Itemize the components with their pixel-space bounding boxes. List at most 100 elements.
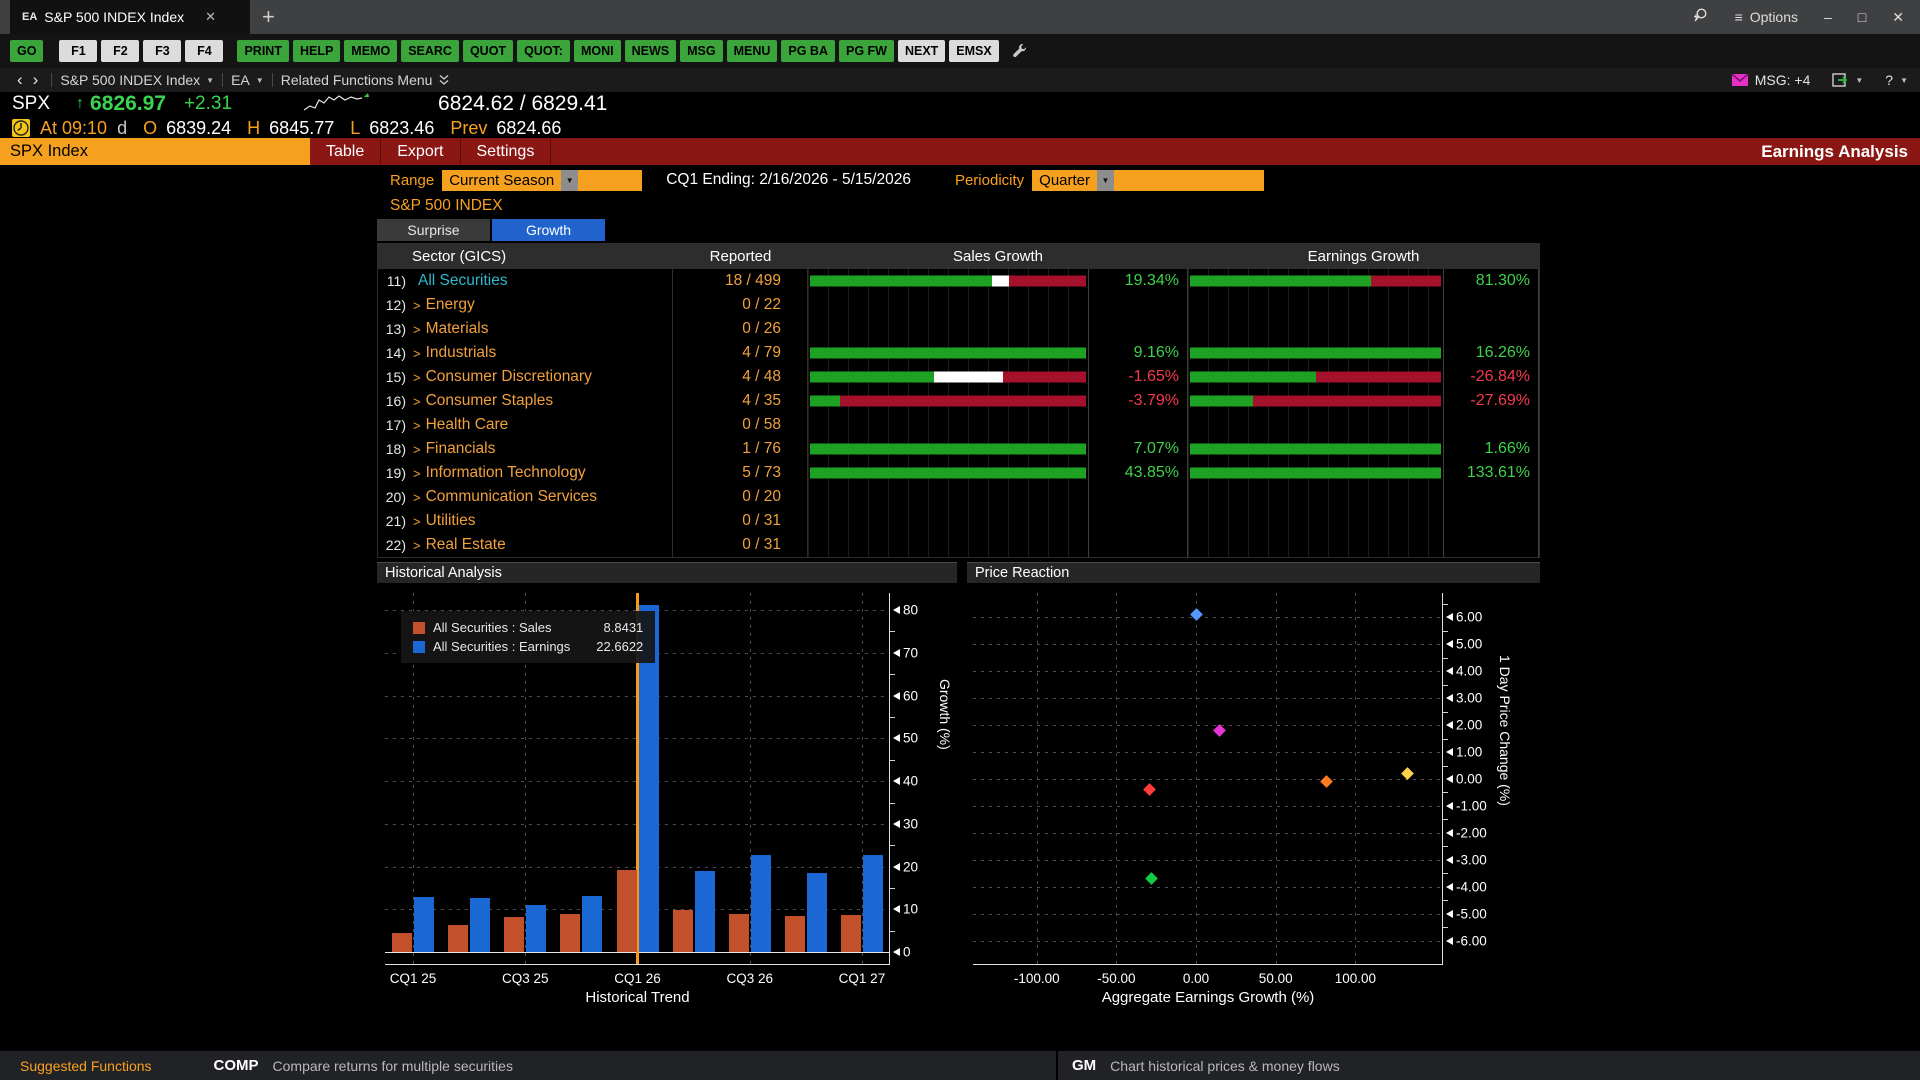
toolbar-button-help[interactable]: HELP: [292, 40, 341, 62]
x-tick-label: 0.00: [1182, 971, 1210, 986]
toolbar-button-emsx[interactable]: EMSX: [949, 40, 999, 62]
tab-surprise[interactable]: Surprise: [377, 219, 490, 241]
toolbar-button-moni[interactable]: MONI: [573, 40, 621, 62]
range-dropdown[interactable]: Current Season ▼: [442, 169, 643, 191]
sector-name-cell[interactable]: 12) > Energy: [378, 293, 673, 317]
earnings-growth-value: [1443, 317, 1539, 341]
toolbar-button-f1[interactable]: F1: [59, 40, 98, 62]
funcbar-menu-table[interactable]: Table: [310, 138, 382, 165]
suggested-functions-label[interactable]: Suggested Functions: [20, 1058, 152, 1074]
wrench-icon[interactable]: [1011, 43, 1027, 59]
toolbar-button-msg[interactable]: MSG: [680, 40, 723, 62]
toolbar-button-searc[interactable]: SEARC: [401, 40, 459, 62]
sector-name-cell[interactable]: 20) > Communication Services: [378, 485, 673, 509]
close-button[interactable]: ✕: [1892, 9, 1904, 26]
suggested-function-code[interactable]: GM: [1072, 1057, 1096, 1074]
breadcrumb-function[interactable]: EA ▼: [231, 72, 264, 88]
funcbar-menu-export[interactable]: Export: [381, 138, 461, 165]
tab-close-icon[interactable]: ✕: [205, 9, 216, 25]
export-window-button[interactable]: ▼: [1832, 73, 1863, 87]
suggested-function-desc[interactable]: Compare returns for multiple securities: [273, 1058, 513, 1074]
expand-chevron-icon[interactable]: >: [413, 418, 421, 433]
scatter-point[interactable]: [1320, 775, 1334, 789]
expand-chevron-icon[interactable]: >: [413, 370, 421, 385]
funcbar-menu-settings[interactable]: Settings: [461, 138, 552, 165]
double-chevron-icon: [440, 74, 449, 85]
sector-name-cell[interactable]: 16) > Consumer Staples: [378, 389, 673, 413]
security-cell[interactable]: SPX Index: [0, 138, 310, 165]
messages-indicator[interactable]: MSG: +4: [1731, 72, 1810, 88]
search-icon[interactable]: [1693, 7, 1709, 28]
toolbar-button-go[interactable]: GO: [10, 40, 44, 62]
sector-name-cell[interactable]: 19) > Information Technology: [378, 461, 673, 485]
toolbar-button-quot[interactable]: QUOT:: [517, 40, 570, 62]
toolbar-button-news[interactable]: NEWS: [624, 40, 677, 62]
column-header-sector[interactable]: Sector (GICS): [378, 248, 673, 265]
expand-chevron-icon[interactable]: >: [413, 346, 421, 361]
bar-segment-green: [1190, 371, 1316, 383]
sector-name-cell[interactable]: 22) > Real Estate: [378, 533, 673, 557]
scatter-point[interactable]: [1145, 872, 1158, 886]
toolbar-button-f4[interactable]: F4: [185, 40, 224, 62]
options-menu[interactable]: ≡ Options: [1735, 9, 1798, 25]
toolbar-button-pg-ba[interactable]: PG BA: [781, 40, 835, 62]
nav-back-icon[interactable]: ‹: [12, 70, 28, 90]
y-tick-minor: [1443, 792, 1448, 794]
toolbar-button-pg-fw[interactable]: PG FW: [838, 40, 894, 62]
suggested-function-desc[interactable]: Chart historical prices & money flows: [1110, 1058, 1340, 1074]
minimize-button[interactable]: –: [1824, 9, 1832, 25]
growth-bar: [1190, 395, 1441, 407]
help-menu[interactable]: ? ▼: [1885, 72, 1908, 88]
quote-line-1: SPX ↑ 6826.97 +2.31 6824.62 / 6829.41: [12, 92, 1920, 116]
nav-forward-icon[interactable]: ›: [28, 70, 44, 90]
column-header-reported[interactable]: Reported: [673, 248, 808, 265]
sector-name-cell[interactable]: 13) > Materials: [378, 317, 673, 341]
y-tick-label: -3.00: [1456, 852, 1487, 868]
toolbar-button-menu[interactable]: MENU: [726, 40, 778, 62]
tab-growth[interactable]: Growth: [492, 219, 605, 241]
toolbar-button-f3[interactable]: F3: [143, 40, 182, 62]
expand-chevron-icon[interactable]: >: [413, 490, 421, 505]
sales-growth-bar-cell: [808, 413, 1088, 437]
sector-name-cell[interactable]: 21) > Utilities: [378, 509, 673, 533]
column-header-earnings-growth[interactable]: Earnings Growth: [1188, 248, 1539, 265]
toolbar-button-memo[interactable]: MEMO: [344, 40, 398, 62]
toolbar-button-print[interactable]: PRINT: [237, 40, 289, 62]
sector-name-cell[interactable]: 14) > Industrials: [378, 341, 673, 365]
toolbar-button-f2[interactable]: F2: [101, 40, 140, 62]
expand-chevron-icon[interactable]: >: [413, 466, 421, 481]
y-tick-label: -4.00: [1456, 879, 1487, 895]
bar-chart-plot[interactable]: All Securities : Sales 8.8431 All Securiti…: [385, 593, 890, 965]
breadcrumb-security[interactable]: S&P 500 INDEX Index ▼: [60, 72, 214, 88]
scatter-point[interactable]: [1189, 608, 1203, 621]
terminal-tab[interactable]: EA S&P 500 INDEX Index ✕: [10, 0, 250, 34]
sales-growth-value: [1088, 317, 1188, 341]
sector-name: Industrials: [425, 344, 497, 361]
y-tick-minor: [1443, 927, 1448, 929]
sales-growth-value: -3.79%: [1088, 389, 1188, 413]
expand-chevron-icon[interactable]: >: [413, 322, 421, 337]
periodicity-dropdown[interactable]: Quarter ▼: [1032, 169, 1265, 191]
sector-name-cell[interactable]: 11) All Securities: [378, 269, 673, 293]
sector-name-cell[interactable]: 15) > Consumer Discretionary: [378, 365, 673, 389]
toolbar-button-quot[interactable]: QUOT: [462, 40, 514, 62]
expand-chevron-icon[interactable]: >: [413, 298, 421, 313]
sector-name-cell[interactable]: 18) > Financials: [378, 437, 673, 461]
scatter-point[interactable]: [1143, 783, 1157, 797]
related-functions-menu[interactable]: Related Functions Menu: [281, 72, 451, 88]
envelope-icon: [1731, 74, 1748, 86]
y-tick-minor: [890, 888, 895, 890]
scatter-plot[interactable]: [973, 593, 1443, 965]
suggested-function-code[interactable]: COMP: [214, 1057, 259, 1074]
y-tick-minor: [1443, 711, 1448, 713]
expand-chevron-icon[interactable]: >: [413, 394, 421, 409]
expand-chevron-icon[interactable]: >: [413, 442, 421, 457]
column-header-sales-growth[interactable]: Sales Growth: [808, 248, 1188, 265]
expand-chevron-icon[interactable]: >: [413, 514, 421, 529]
y-tick-label: 20: [903, 859, 919, 875]
sector-name-cell[interactable]: 17) > Health Care: [378, 413, 673, 437]
new-tab-button[interactable]: +: [250, 0, 287, 34]
maximize-button[interactable]: □: [1858, 9, 1866, 25]
expand-chevron-icon[interactable]: >: [413, 538, 421, 553]
toolbar-button-next[interactable]: NEXT: [897, 40, 946, 62]
